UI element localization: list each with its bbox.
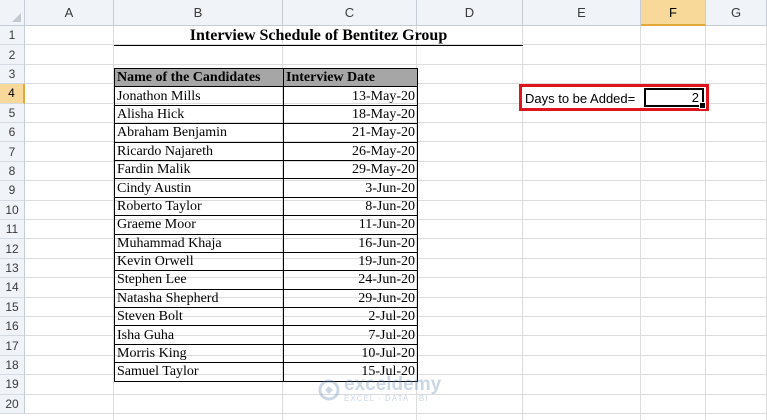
table-row: Morris King 10-Jul-20 [114, 343, 418, 364]
column-header-f[interactable]: F [641, 0, 706, 26]
candidate-name-cell[interactable]: Steven Bolt [114, 307, 284, 327]
interview-date-cell[interactable]: 13-May-20 [283, 86, 418, 106]
table-row: Cindy Austin 3-Jun-20 [114, 178, 418, 198]
row-header-1[interactable]: 1 [0, 26, 25, 46]
watermark: exceldemy EXCEL · DATA · BI [318, 374, 442, 403]
row-header-18[interactable]: 18 [0, 355, 25, 376]
column-header-e[interactable]: E [523, 0, 641, 26]
row-header-7[interactable]: 7 [0, 142, 25, 162]
table-row: Stephen Lee 24-Jun-20 [114, 270, 418, 290]
select-all-corner[interactable] [0, 0, 25, 26]
table-row: Roberto Taylor 8-Jun-20 [114, 196, 418, 217]
row-header-3[interactable]: 3 [0, 64, 25, 85]
candidate-name-cell[interactable]: Morris King [114, 343, 284, 364]
interview-date-cell[interactable]: 16-Jun-20 [283, 233, 418, 253]
interview-date-cell[interactable]: 11-Jun-20 [283, 215, 418, 235]
candidate-name-cell[interactable]: Ricardo Najareth [114, 141, 284, 161]
table-row: Kevin Orwell 19-Jun-20 [114, 251, 418, 272]
interview-date-cell[interactable]: 24-Jun-20 [283, 270, 418, 290]
row-header-14[interactable]: 14 [0, 278, 25, 298]
column-header-d[interactable]: D [417, 0, 523, 26]
interview-date-cell[interactable]: 19-Jun-20 [283, 251, 418, 272]
table-row: Ricardo Najareth 26-May-20 [114, 141, 418, 161]
watermark-name: exceldemy [344, 374, 442, 395]
days-value-cell[interactable]: 2 [644, 88, 706, 109]
column-header-g[interactable]: G [706, 0, 767, 26]
row-header-8[interactable]: 8 [0, 161, 25, 182]
column-header-b[interactable]: B [114, 0, 283, 26]
row-header-11[interactable]: 11 [0, 220, 25, 240]
candidate-name-cell[interactable]: Graeme Moor [114, 215, 284, 235]
interview-date-cell[interactable]: 21-May-20 [283, 123, 418, 143]
candidates-table: Name of the Candidates Interview Date Jo… [114, 67, 418, 382]
exceldemy-logo-icon [318, 379, 340, 400]
header-name[interactable]: Name of the Candidates [114, 67, 284, 88]
column-header-c[interactable]: C [283, 0, 417, 26]
candidate-name-cell[interactable]: Roberto Taylor [114, 196, 284, 217]
table-row: Alisha Hick 18-May-20 [114, 104, 418, 125]
table-header-row: Name of the Candidates Interview Date [114, 67, 418, 88]
row-header-2[interactable]: 2 [0, 45, 25, 65]
spreadsheet: ABCDEFG 1 2 3 4 5 6 7 8 9 10 11 12 13 14 15 16 17 18 19 20 … [0, 0, 767, 420]
row-header-4[interactable]: 4 [0, 84, 25, 104]
grid-hline [25, 63, 767, 65]
candidate-name-cell[interactable]: Cindy Austin [114, 178, 284, 198]
row-header-17[interactable]: 17 [0, 336, 25, 356]
row-header-20[interactable]: 20 [0, 394, 25, 414]
table-row: Jonathon Mills 13-May-20 [114, 86, 418, 106]
candidate-name-cell[interactable]: Alisha Hick [114, 104, 284, 125]
row-header-12[interactable]: 12 [0, 239, 25, 259]
row-header-10[interactable]: 10 [0, 200, 25, 220]
candidate-name-cell[interactable]: Fardin Malik [114, 159, 284, 180]
candidate-name-cell[interactable]: Isha Guha [114, 325, 284, 345]
days-label[interactable]: Days to be Added= [525, 90, 635, 107]
interview-date-cell[interactable]: 29-May-20 [283, 159, 418, 180]
row-header-15[interactable]: 15 [0, 297, 25, 317]
interview-date-cell[interactable]: 7-Jul-20 [283, 325, 418, 345]
row-header-19[interactable]: 19 [0, 375, 25, 395]
interview-date-cell[interactable]: 2-Jul-20 [283, 307, 418, 327]
row-header-16[interactable]: 16 [0, 317, 25, 337]
table-row: Fardin Malik 29-May-20 [114, 159, 418, 180]
candidate-name-cell[interactable]: Muhammad Khaja [114, 233, 284, 253]
interview-date-cell[interactable]: 29-Jun-20 [283, 288, 418, 309]
table-row: Muhammad Khaja 16-Jun-20 [114, 233, 418, 253]
candidate-name-cell[interactable]: Natasha Shepherd [114, 288, 284, 309]
candidate-name-cell[interactable]: Kevin Orwell [114, 251, 284, 272]
header-date[interactable]: Interview Date [283, 67, 418, 88]
candidate-name-cell[interactable]: Jonathon Mills [114, 86, 284, 106]
interview-date-cell[interactable]: 18-May-20 [283, 104, 418, 125]
column-header-a[interactable]: A [25, 0, 114, 26]
sheet-title[interactable]: Interview Schedule of Bentitez Group [114, 27, 523, 46]
row-header-13[interactable]: 13 [0, 258, 25, 279]
candidate-name-cell[interactable]: Samuel Taylor [114, 362, 284, 382]
candidate-name-cell[interactable]: Abraham Benjamin [114, 123, 284, 143]
days-to-add-box: Days to be Added= 2 [519, 84, 709, 111]
row-header-6[interactable]: 6 [0, 123, 25, 143]
watermark-tagline: EXCEL · DATA · BI [344, 394, 429, 403]
interview-date-cell[interactable]: 10-Jul-20 [283, 343, 418, 364]
interview-date-cell[interactable]: 3-Jun-20 [283, 178, 418, 198]
grid-hline [25, 413, 767, 414]
row-header-5[interactable]: 5 [0, 103, 25, 123]
table-row: Natasha Shepherd 29-Jun-20 [114, 288, 418, 309]
interview-date-cell[interactable]: 26-May-20 [283, 141, 418, 161]
table-row: Graeme Moor 11-Jun-20 [114, 215, 418, 235]
candidate-name-cell[interactable]: Stephen Lee [114, 270, 284, 290]
table-row: Steven Bolt 2-Jul-20 [114, 307, 418, 327]
row-header-9[interactable]: 9 [0, 181, 25, 201]
interview-date-cell[interactable]: 8-Jun-20 [283, 196, 418, 217]
table-row: Abraham Benjamin 21-May-20 [114, 123, 418, 143]
table-row: Isha Guha 7-Jul-20 [114, 325, 418, 345]
